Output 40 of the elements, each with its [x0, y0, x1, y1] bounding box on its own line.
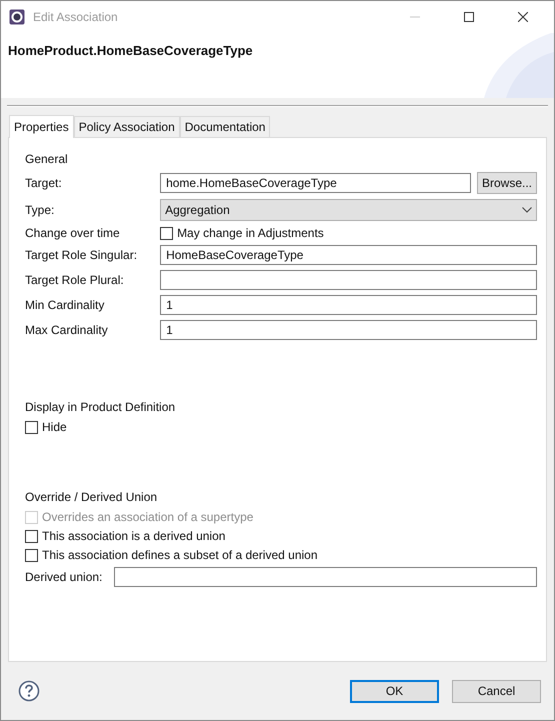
field-label: Derived union: [25, 570, 102, 584]
section-title: Override / Derived Union [25, 490, 158, 504]
checkbox[interactable] [160, 226, 174, 240]
dropdown[interactable]: Aggregation [160, 199, 537, 221]
field-label: Min Cardinality [25, 298, 106, 312]
close-icon[interactable] [518, 12, 528, 22]
dialog-heading: HomeProduct.HomeBaseCoverageType [8, 43, 253, 58]
field-label: Type: [25, 203, 56, 217]
help-icon[interactable] [18, 680, 40, 702]
checkbox-label: This association is a derived union [42, 529, 226, 543]
text-field[interactable] [160, 270, 537, 290]
field-label: Max Cardinality [25, 323, 109, 337]
chevron-icon [522, 207, 532, 213]
checkbox[interactable] [25, 548, 38, 562]
section-title: General [25, 152, 69, 166]
field-label: Target: [25, 176, 63, 190]
checkbox-label: Hide [42, 420, 67, 434]
section-title: Display in Product Definition [25, 400, 176, 414]
checkbox[interactable] [25, 420, 38, 434]
dialog-button[interactable]: OK [350, 680, 439, 702]
text-field[interactable]: 1 [160, 320, 537, 340]
tab[interactable]: Policy Association [74, 116, 180, 137]
maximize-icon[interactable] [464, 12, 474, 22]
text-field[interactable]: home.HomeBaseCoverageType [160, 173, 471, 193]
text-field[interactable]: 1 [160, 295, 537, 315]
app-icon [9, 9, 25, 25]
tab[interactable]: Documentation [180, 116, 270, 137]
checkbox-label: Overrides an association of a supertype [42, 510, 254, 524]
field-label: Target Role Plural: [25, 273, 125, 287]
checkbox-label: This association defines a subset of a derived union [42, 548, 318, 562]
window-title: Edit Association [33, 10, 118, 24]
checkbox-label: May change in Adjustments [177, 226, 324, 240]
dialog-button[interactable]: Cancel [452, 680, 541, 702]
browse-button[interactable]: Browse... [476, 172, 537, 194]
field-label: Change over time [25, 226, 121, 240]
tab[interactable]: Properties [9, 115, 74, 138]
checkbox[interactable] [25, 530, 38, 542]
text-field[interactable]: HomeBaseCoverageType [160, 245, 537, 265]
text-field[interactable] [114, 567, 537, 587]
field-label: Target Role Singular: [25, 248, 138, 262]
